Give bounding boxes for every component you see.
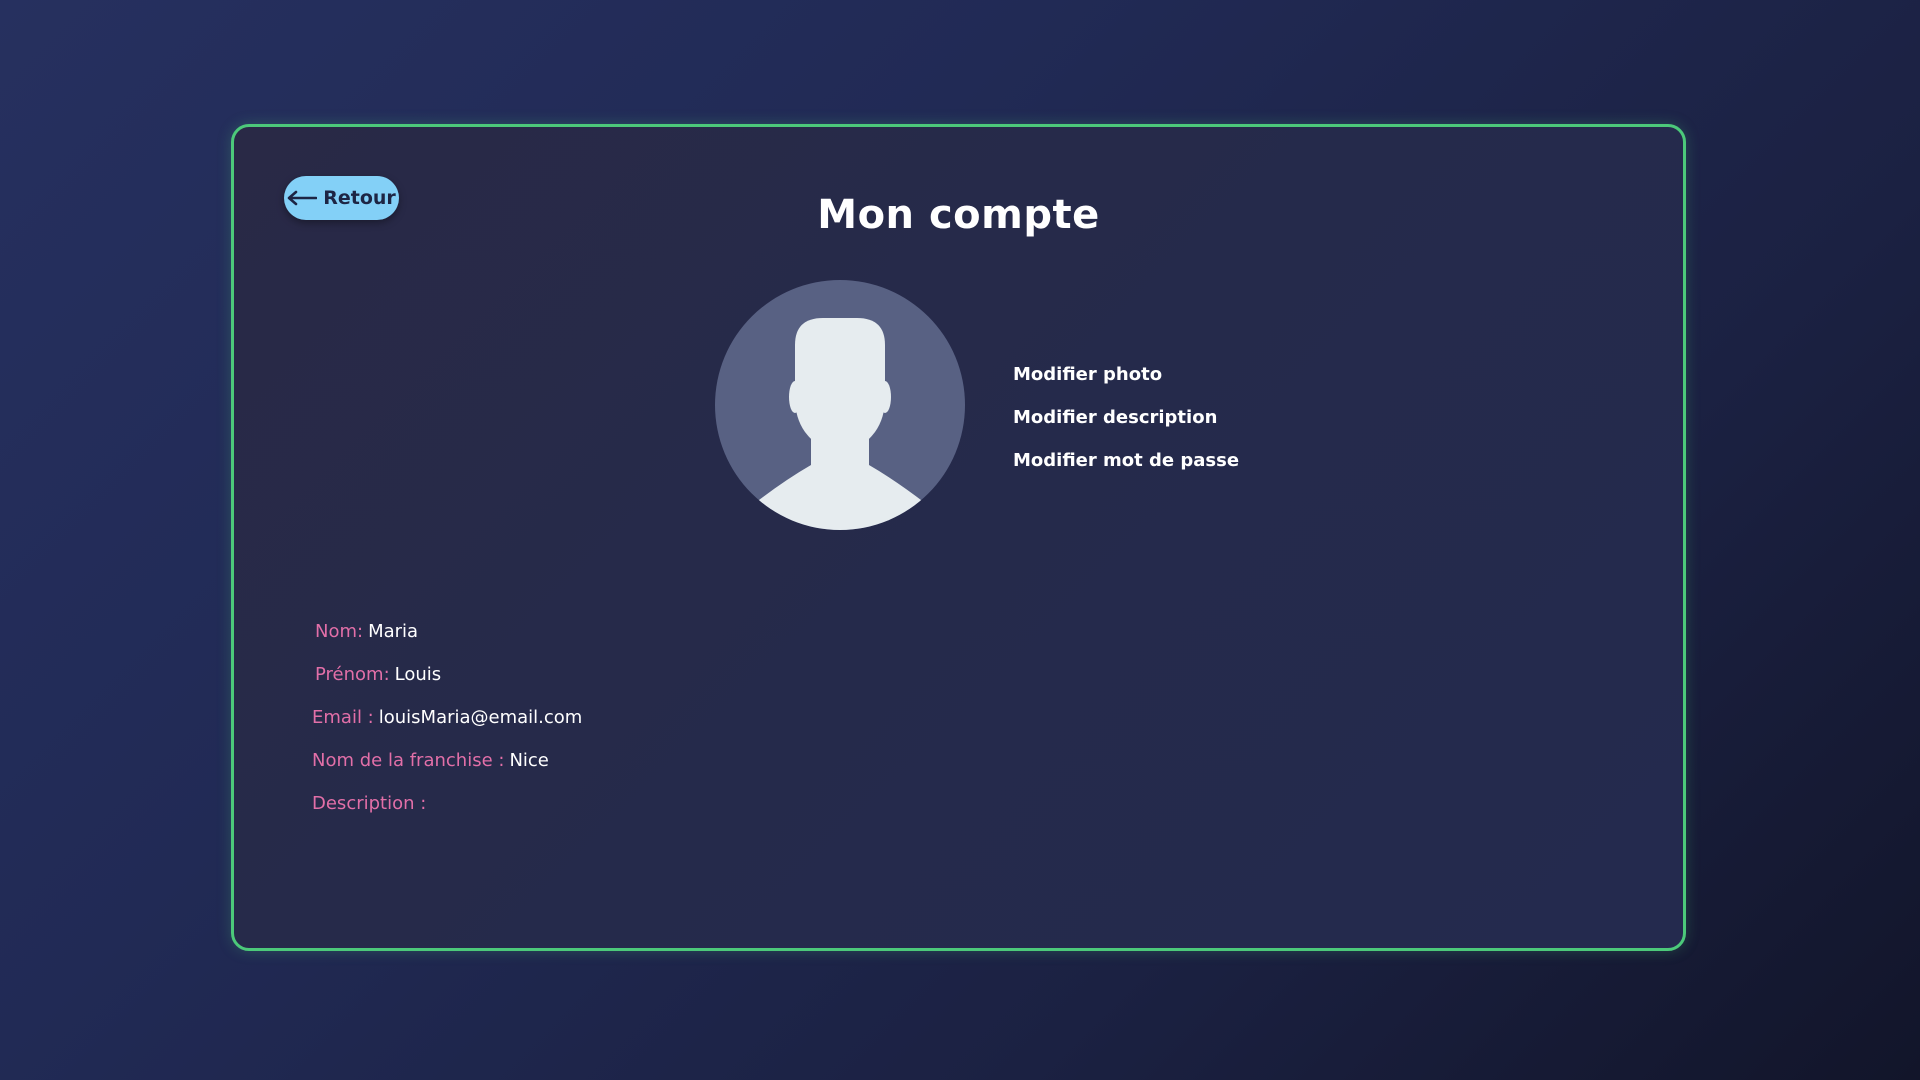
info-row-description: Description :	[312, 792, 431, 816]
avatar	[715, 280, 965, 530]
info-row-email: Email : louisMaria@email.com	[312, 706, 582, 730]
page-title: Mon compte	[817, 192, 1100, 238]
prenom-label: Prénom:	[315, 664, 390, 685]
prenom-value: Louis	[394, 664, 442, 685]
email-value: louisMaria@email.com	[378, 707, 583, 728]
user-silhouette-icon	[715, 280, 965, 530]
franchise-value: Nice	[509, 750, 549, 771]
info-row-nom: Nom: Maria	[315, 620, 418, 644]
franchise-label: Nom de la franchise :	[312, 750, 505, 771]
description-label: Description :	[312, 793, 427, 814]
nom-label: Nom:	[315, 621, 364, 642]
info-row-prenom: Prénom: Louis	[315, 663, 441, 687]
account-actions: Modifier photo Modifier description Modi…	[1013, 353, 1239, 482]
edit-photo-link[interactable]: Modifier photo	[1013, 353, 1239, 396]
account-card: Retour Mon compte Modifier photo Modifie…	[231, 124, 1686, 951]
email-label: Email :	[312, 707, 374, 728]
edit-description-link[interactable]: Modifier description	[1013, 396, 1239, 439]
edit-password-link[interactable]: Modifier mot de passe	[1013, 439, 1239, 482]
nom-value: Maria	[368, 621, 419, 642]
info-row-franchise: Nom de la franchise : Nice	[312, 749, 549, 773]
